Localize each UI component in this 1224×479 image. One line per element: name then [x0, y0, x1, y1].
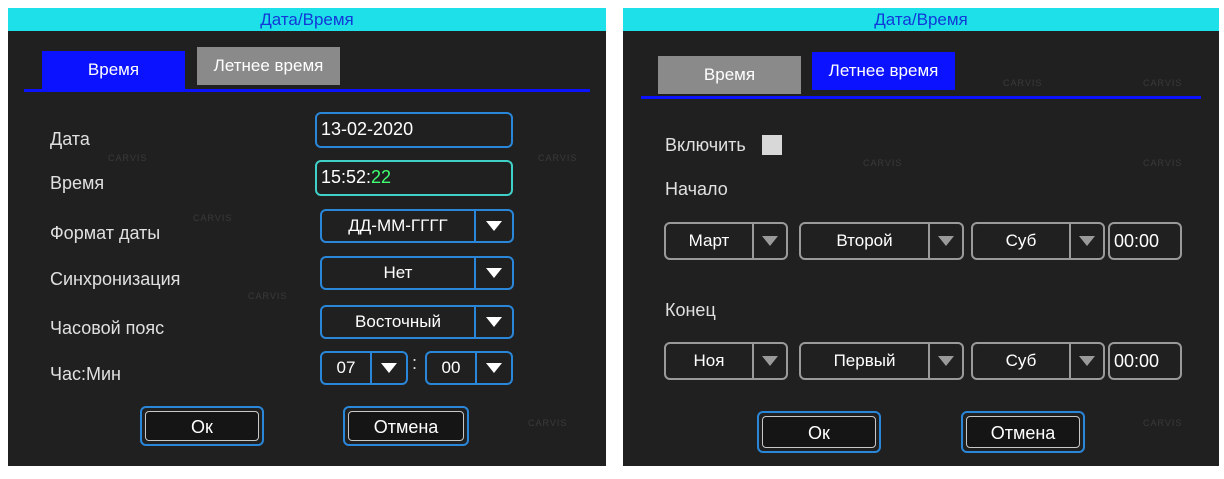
start-time-field[interactable]: 00:00 [1108, 222, 1182, 260]
start-day-value: Суб [1005, 231, 1037, 250]
minute-value: 00 [441, 358, 461, 377]
chevron-down-icon[interactable] [928, 224, 962, 258]
time-colon: : [412, 353, 418, 373]
watermark: CARVIS [1003, 78, 1043, 88]
chevron-down-icon[interactable] [752, 224, 786, 258]
date-format-select[interactable]: ДД-ММ-ГГГГ [320, 209, 514, 243]
end-week-select[interactable]: Первый [799, 342, 964, 380]
cancel-button[interactable]: Отмена [961, 411, 1085, 453]
sync-label: Синхронизация [50, 269, 181, 289]
start-month-value: Март [688, 231, 730, 250]
ok-button-label: Ок [762, 416, 876, 448]
watermark: CARVIS [108, 153, 148, 163]
chevron-down-icon[interactable] [752, 344, 786, 378]
end-month-select[interactable]: Ноя [664, 342, 788, 380]
end-day-select[interactable]: Суб [971, 342, 1105, 380]
tab-summer-time[interactable]: Летнее время [812, 52, 955, 90]
time-label: Время [50, 173, 105, 193]
watermark: CARVIS [1143, 158, 1183, 168]
chevron-down-icon[interactable] [1069, 224, 1103, 258]
start-day-select[interactable]: Суб [971, 222, 1105, 260]
timezone-select[interactable]: Восточный [320, 305, 514, 339]
window-title: Дата/Время [8, 8, 606, 31]
chevron-down-icon[interactable] [474, 258, 512, 288]
cancel-button[interactable]: Отмена [343, 406, 469, 446]
end-day-value: Суб [1005, 351, 1037, 370]
chevron-down-icon[interactable] [474, 211, 512, 241]
date-field[interactable]: 13-02-2020 [315, 112, 513, 148]
hour-select[interactable]: 07 [320, 351, 408, 385]
tab-underline [641, 96, 1201, 99]
chevron-down-icon[interactable] [475, 353, 511, 383]
tab-time[interactable]: Время [658, 56, 801, 94]
timezone-value: Восточный [355, 312, 441, 331]
window-title: Дата/Время [623, 8, 1219, 31]
end-month-value: Ноя [693, 351, 725, 370]
watermark: CARVIS [248, 291, 288, 301]
enable-checkbox[interactable] [762, 135, 782, 155]
watermark: CARVIS [538, 153, 578, 163]
time-field[interactable]: 15:52:22 [315, 160, 513, 196]
chevron-down-icon[interactable] [370, 353, 406, 383]
cancel-button-label: Отмена [348, 411, 464, 441]
tab-time[interactable]: Время [42, 51, 185, 89]
ok-button-label: Ок [145, 411, 259, 441]
time-hours-minutes: 15:52: [321, 167, 372, 187]
sync-value: Нет [383, 263, 413, 282]
date-format-value: ДД-ММ-ГГГГ [348, 216, 448, 235]
time-seconds: 22 [371, 167, 392, 187]
date-format-label: Формат даты [50, 223, 161, 243]
sync-select[interactable]: Нет [320, 256, 514, 290]
chevron-down-icon[interactable] [1069, 344, 1103, 378]
ok-button[interactable]: Ок [140, 406, 264, 446]
watermark: CARVIS [528, 418, 568, 428]
start-month-select[interactable]: Март [664, 222, 788, 260]
datetime-panel-summer-time: Дата/Время Время Летнее время CARVIS CAR… [623, 8, 1219, 466]
hour-min-label: Час:Мин [50, 364, 121, 384]
minute-select[interactable]: 00 [425, 351, 513, 385]
watermark: CARVIS [193, 213, 233, 223]
timezone-label: Часовой пояс [50, 318, 165, 338]
watermark: CARVIS [863, 158, 903, 168]
enable-label: Включить [665, 135, 746, 155]
chevron-down-icon[interactable] [474, 307, 512, 337]
chevron-down-icon[interactable] [928, 344, 962, 378]
start-week-select[interactable]: Второй [799, 222, 964, 260]
watermark: CARVIS [1143, 78, 1183, 88]
start-week-value: Второй [836, 231, 893, 250]
end-label: Конец [665, 300, 716, 320]
hour-value: 07 [336, 358, 356, 377]
ok-button[interactable]: Ок [757, 411, 881, 453]
tab-underline [24, 89, 590, 92]
cancel-button-label: Отмена [966, 416, 1080, 448]
start-label: Начало [665, 179, 728, 199]
watermark: CARVIS [1143, 418, 1183, 428]
datetime-panel-time: Дата/Время Время Летнее время CARVIS CAR… [8, 8, 606, 466]
tab-summer-time[interactable]: Летнее время [197, 47, 340, 85]
end-time-field[interactable]: 00:00 [1108, 342, 1182, 380]
date-label: Дата [50, 129, 90, 149]
end-week-value: Первый [833, 351, 896, 370]
